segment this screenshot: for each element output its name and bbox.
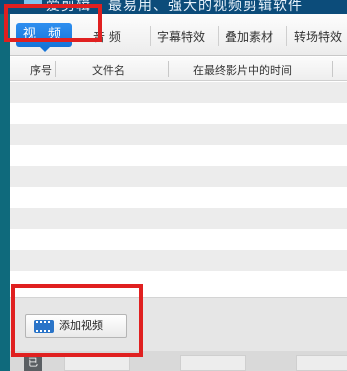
add-video-button[interactable]: 添加视频 [25,314,127,338]
tab-divider [150,26,151,46]
preview-thumbnail[interactable] [296,355,347,371]
corner-badge: 已 [24,357,42,371]
action-panel: 添加视频 [10,297,347,351]
tab-divider [286,26,287,46]
bottom-toolbar: 已 [10,351,347,371]
list-row [10,124,347,145]
preview-thumbnail[interactable] [180,355,246,371]
tab-subtitle-effects[interactable]: 字幕特效 [157,26,205,48]
tab-video[interactable]: 视 频 [16,23,72,52]
tab-divider [218,26,219,46]
column-index[interactable]: 序号 [30,62,52,78]
video-list[interactable] [10,82,347,297]
list-row [10,82,347,103]
list-row [10,229,347,250]
list-row [10,271,347,292]
list-row [10,187,347,208]
list-row [10,145,347,166]
list-row [10,103,347,124]
column-filename[interactable]: 文件名 [92,62,125,78]
tab-transition-effects[interactable]: 转场特效 [294,26,342,48]
preview-thumbnail[interactable] [64,355,130,371]
tab-audio[interactable]: 音 频 [93,26,121,48]
title-bar: 爱剪辑 - 最易用、强大的视频剪辑软件 [0,0,347,14]
add-video-label: 添加视频 [59,319,103,332]
list-row [10,208,347,229]
app-title: 爱剪辑 - 最易用、强大的视频剪辑软件 [46,0,303,14]
column-divider [55,61,56,77]
column-timeline-position[interactable]: 在最终影片中的时间 [193,62,292,78]
tab-bar: 视 频 音 频 字幕特效 叠加素材 转场特效 [10,14,347,56]
film-icon [34,320,54,333]
list-column-header: 序号 文件名 在最终影片中的时间 [10,57,347,81]
tab-overlay-materials[interactable]: 叠加素材 [225,26,273,48]
list-row [10,250,347,271]
app-logo-icon [24,0,42,8]
list-row [10,166,347,187]
column-divider [168,61,169,77]
column-divider [332,61,333,77]
left-edge-panel [0,14,10,371]
